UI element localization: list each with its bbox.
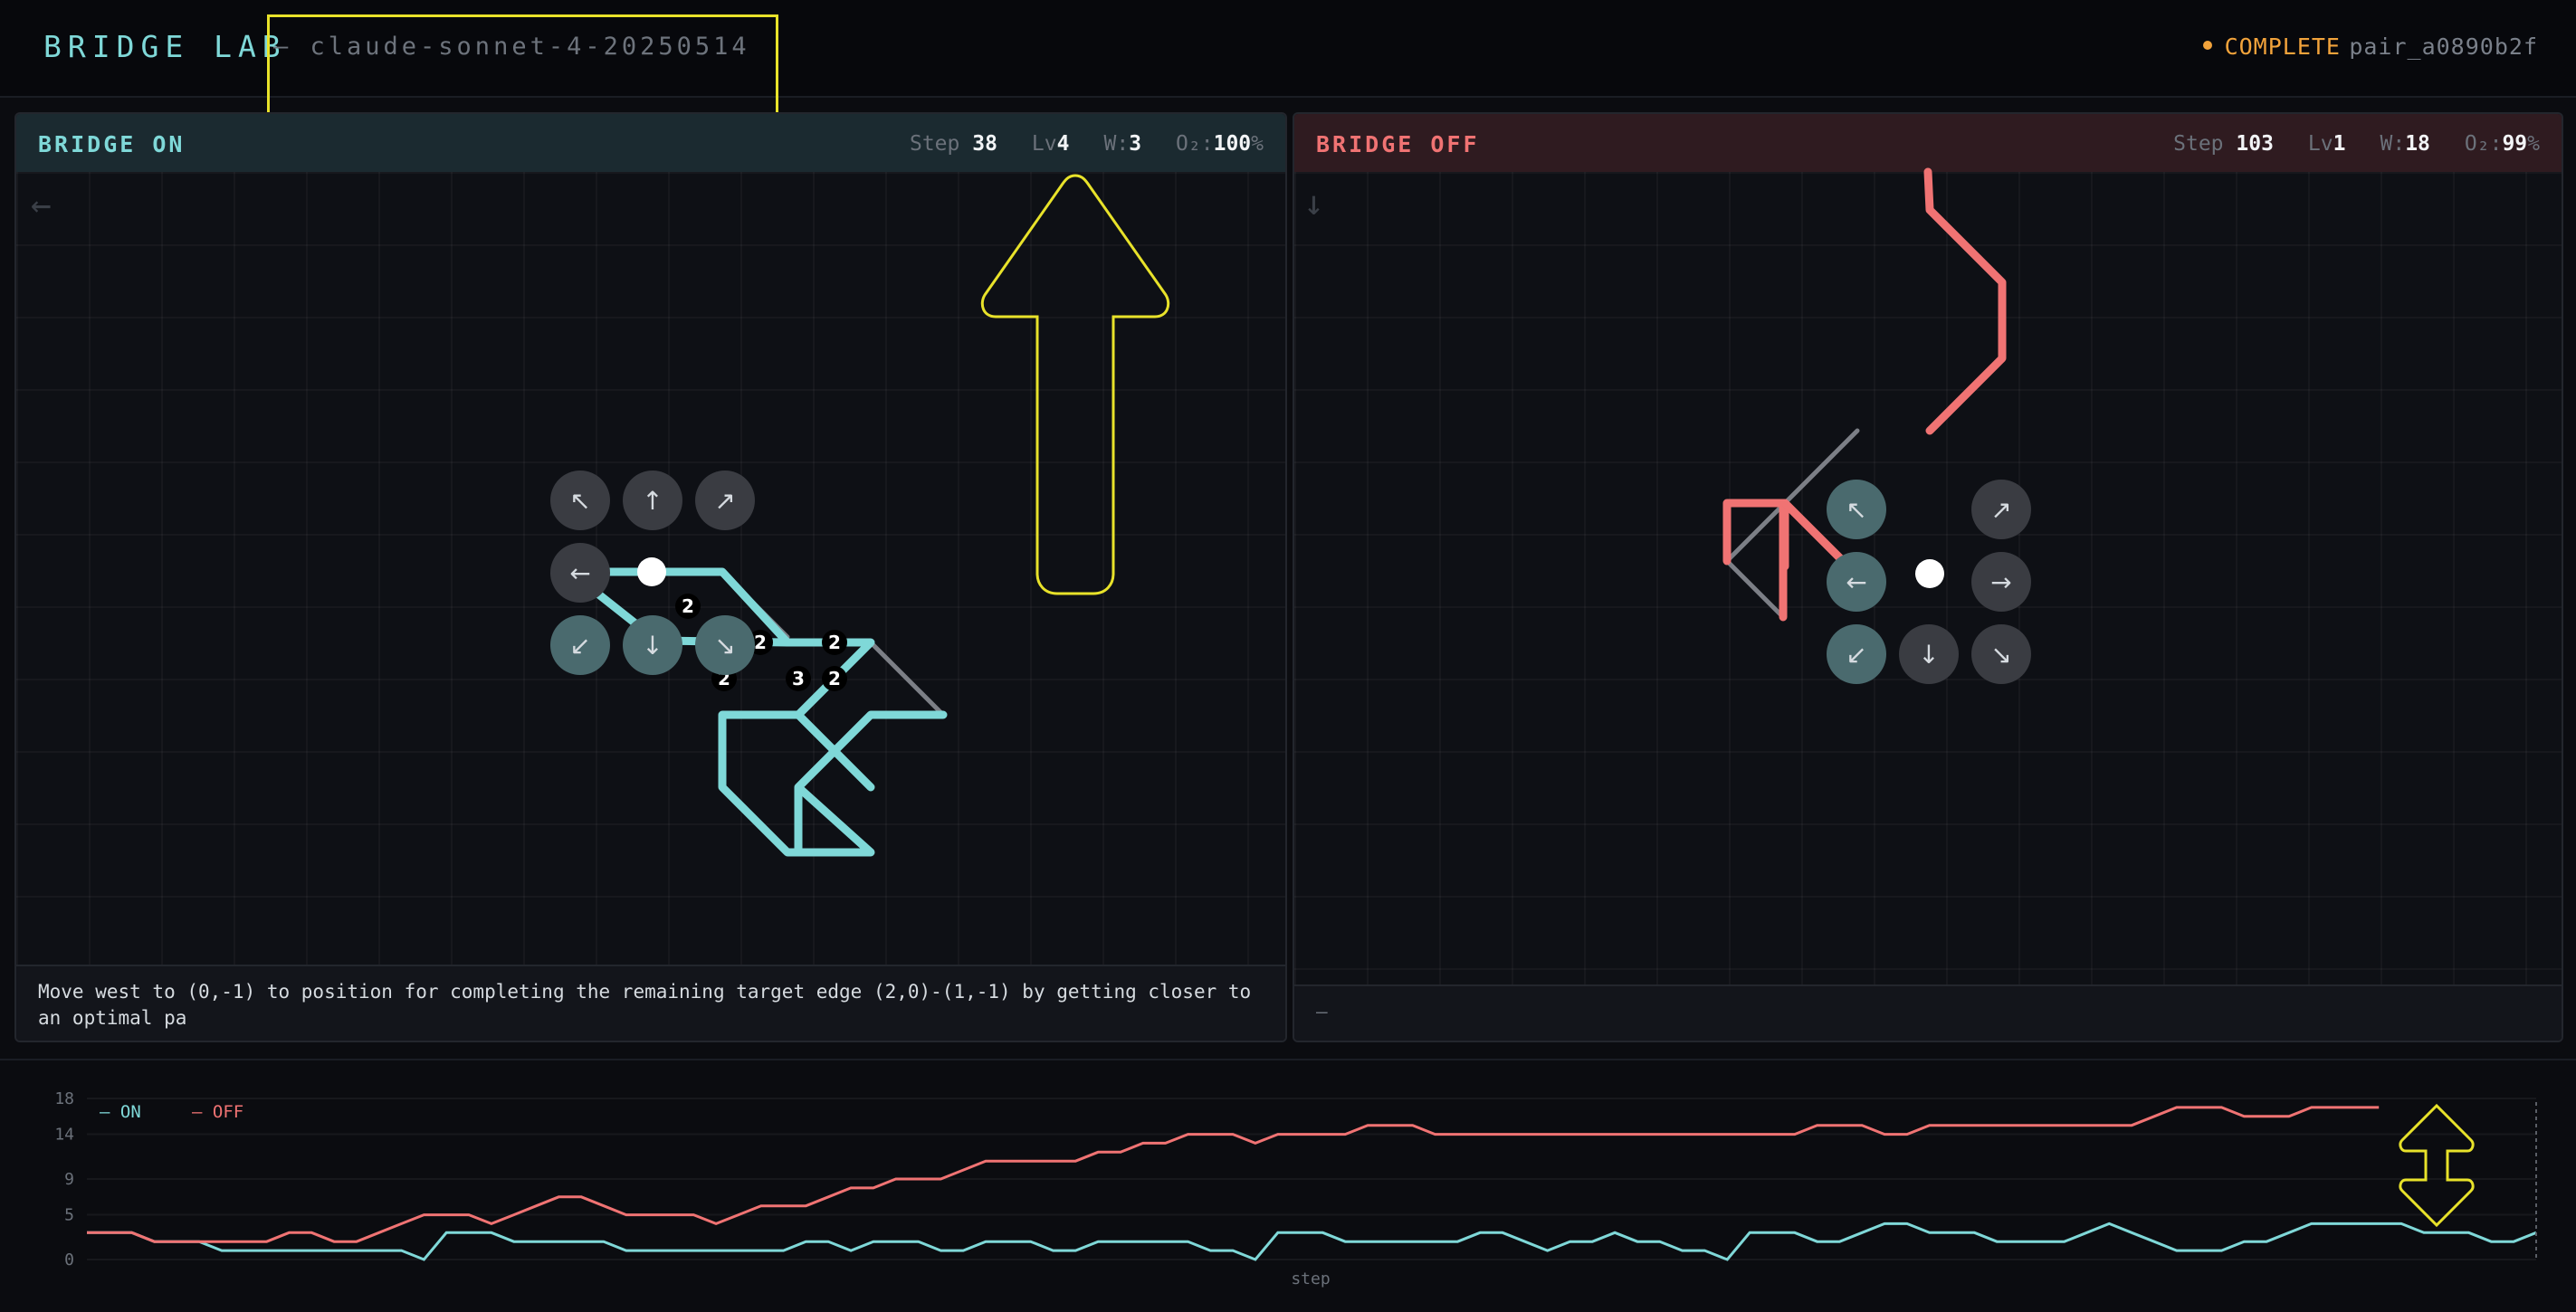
brand-title: BRIDGE LAB — [43, 29, 287, 64]
move-north-button[interactable]: ↑ — [623, 471, 682, 530]
move-south-button[interactable]: ↓ — [1899, 624, 1959, 684]
move-southeast-button[interactable]: ↘ — [1971, 624, 2031, 684]
move-west-button[interactable]: ← — [1827, 552, 1886, 612]
panel-bridge-off: BRIDGE OFF Step 103 Lv1 W:18 O₂:99% ↓ ↖ … — [1293, 112, 2563, 1042]
chart-xlabel: step — [1291, 1269, 1330, 1288]
annotation-double-arrow-icon — [2399, 1103, 2475, 1228]
reasoning-caption-on: Move west to (0,-1) to position for comp… — [16, 965, 1285, 1041]
edge-label: 2 — [754, 632, 767, 653]
chart-series-on — [87, 1222, 2537, 1261]
move-southwest-button[interactable]: ↙ — [550, 615, 610, 675]
move-south-button[interactable]: ↓ — [623, 615, 682, 675]
reasoning-caption-off: — — [1294, 984, 2562, 1041]
y-tick-label: 18 — [54, 1089, 74, 1108]
board-off — [1722, 167, 2007, 622]
move-northwest-button[interactable]: ↖ — [1827, 480, 1886, 539]
pair-id: pair_a0890b2f — [2349, 33, 2538, 60]
move-southwest-button[interactable]: ↙ — [1827, 624, 1886, 684]
edge-label: 2 — [682, 595, 694, 617]
move-east-button[interactable]: → — [1971, 552, 2031, 612]
move-west-button[interactable]: ← — [550, 543, 610, 603]
chart-plot: 0 5 9 14 18 step — [54, 1089, 2537, 1288]
chart-series-off — [87, 1106, 2380, 1243]
status-text: COMPLETE — [2224, 33, 2341, 60]
path-off — [1722, 167, 2007, 622]
status-dot-icon — [2202, 41, 2212, 50]
edge-label: 2 — [828, 632, 841, 653]
annotation-up-arrow-icon — [980, 174, 1170, 595]
y-tick-label: 14 — [54, 1126, 74, 1145]
move-northwest-button[interactable]: ↖ — [550, 471, 610, 530]
highlight-box — [267, 14, 778, 123]
y-tick-label: 9 — [64, 1170, 74, 1189]
player-marker-on — [637, 557, 666, 586]
move-northeast-button[interactable]: ↗ — [695, 471, 755, 530]
y-tick-label: 0 — [64, 1250, 74, 1269]
move-northeast-button[interactable]: ↗ — [1971, 480, 2031, 539]
y-tick-label: 5 — [64, 1206, 74, 1225]
status-badge: COMPLETE — [2202, 33, 2341, 60]
player-marker-off — [1915, 559, 1944, 588]
move-southeast-button[interactable]: ↘ — [695, 615, 755, 675]
edge-label: 2 — [828, 668, 841, 689]
edge-label: 3 — [792, 668, 805, 689]
path-on — [566, 567, 948, 857]
